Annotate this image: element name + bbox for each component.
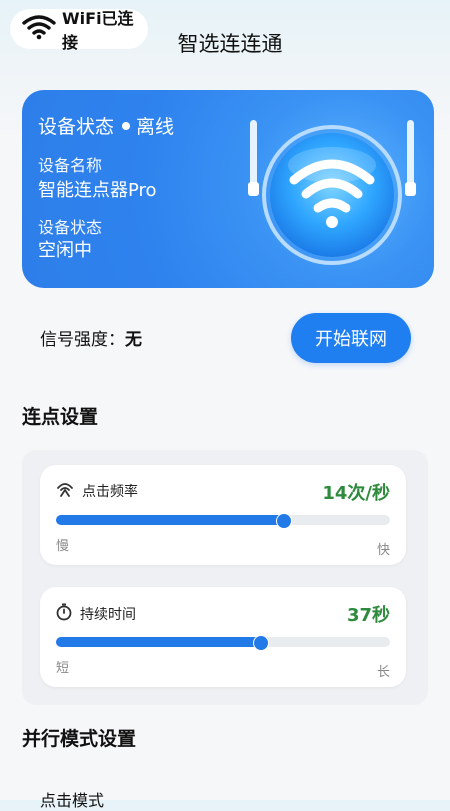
device-state-value: 空闲中 [38,240,92,261]
frequency-slider-card: 点击频率 14次/秒 慢 快 [40,465,406,565]
status-heading-value: 离线 [136,116,175,138]
device-name-value: 智能连点器Pro [38,180,157,201]
frequency-label: 点击频率 [82,484,138,500]
duration-value: 37秒 [346,605,390,626]
duration-slider-thumb[interactable] [252,635,269,651]
click-mode-label: 点击模式 [40,791,105,810]
status-heading-label: 设备状态 [38,116,115,138]
duration-min-label: 短 [56,661,70,676]
status-dot-icon [122,121,131,130]
device-status-heading: 设备状态 离线 [38,112,174,139]
signal-strength-label: 信号强度： [40,330,125,350]
duration-slider-card: 持续时间 37秒 短 长 [40,587,406,687]
start-network-button[interactable]: 开始联网 [291,313,411,363]
duration-label-row: 持续时间 [56,603,136,625]
frequency-slider[interactable] [56,513,390,529]
device-status-card: 设备状态 离线 设备名称 智能连点器Pro 设备状态 空闲中 [22,90,434,288]
device-state-label: 设备状态 [38,218,103,237]
frequency-value: 14次/秒 [322,483,390,504]
device-name-label: 设备名称 [38,156,103,175]
app-title: 智选连连通 [177,32,283,56]
duration-slider[interactable] [56,635,390,651]
frequency-slider-fill [56,515,284,525]
frequency-min-label: 慢 [56,539,70,554]
antenna-icon [56,481,74,501]
frequency-label-row: 点击频率 [56,481,138,501]
duration-slider-fill [56,637,260,647]
stopwatch-icon [56,603,72,625]
signal-strength: 信号强度：无 [40,325,142,350]
click-settings-title: 连点设置 [22,406,99,428]
parallel-settings-title: 并行模式设置 [22,728,137,750]
duration-label: 持续时间 [80,607,136,623]
duration-max-label: 长 [376,665,390,680]
signal-strength-value: 无 [125,330,142,350]
frequency-max-label: 快 [376,543,390,558]
frequency-slider-thumb[interactable] [276,513,293,529]
router-icon [242,110,422,270]
